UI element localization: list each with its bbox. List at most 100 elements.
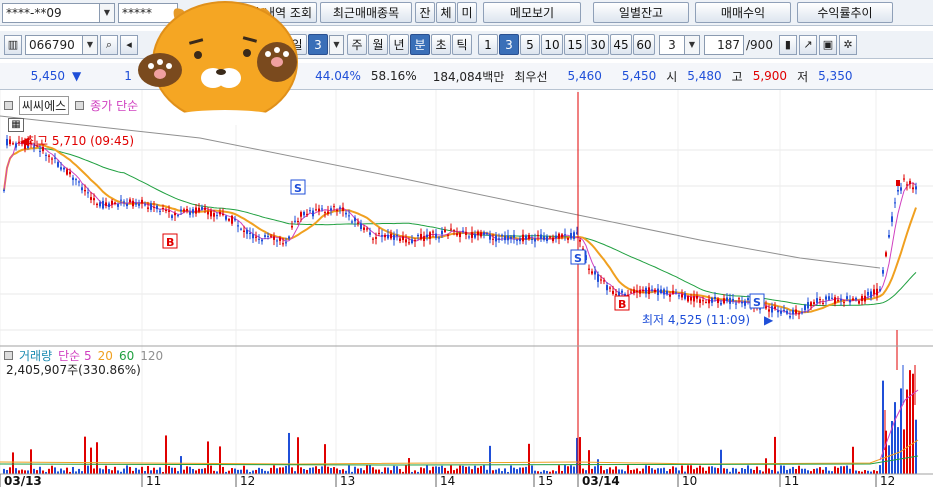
candle-body <box>777 310 779 313</box>
candle-body <box>420 233 422 240</box>
memo-button[interactable]: 메모보기 <box>483 2 581 23</box>
period-month[interactable]: 월 <box>368 34 388 55</box>
volume-bar <box>564 465 566 474</box>
candle-body <box>228 218 230 221</box>
volume-bar <box>348 465 350 474</box>
gear-icon[interactable]: ✲ <box>838 34 857 55</box>
minute-5[interactable]: 5 <box>520 34 540 55</box>
candle-body <box>333 206 335 208</box>
candle-body <box>891 216 893 222</box>
minute-15[interactable]: 15 <box>564 34 586 55</box>
volume-bar <box>435 466 437 474</box>
volume-bar <box>243 465 245 474</box>
candle-body <box>369 232 371 235</box>
chevron-down-icon[interactable]: ▼ <box>83 34 98 55</box>
candle-body <box>450 228 452 230</box>
volume-bar <box>834 466 836 474</box>
layout-icon[interactable]: ▥ <box>4 34 22 55</box>
chevron-down-icon[interactable]: ▼ <box>100 2 115 23</box>
chevron-down-icon[interactable]: ▼ <box>329 34 344 55</box>
count-input[interactable]: 3 <box>659 34 685 55</box>
candle-icon[interactable]: ▮ <box>778 34 797 55</box>
candle-body <box>906 184 908 186</box>
volume-bar <box>567 466 569 474</box>
position-input[interactable]: 187 <box>704 34 744 55</box>
volume-bar <box>432 466 434 474</box>
volume-bar <box>885 430 887 474</box>
period-tick[interactable]: 틱 <box>452 34 472 55</box>
volume-bar <box>654 469 656 474</box>
interval-value[interactable]: 3 <box>308 34 328 55</box>
volume-bar <box>357 468 359 474</box>
tab-jan[interactable]: 잔 <box>415 2 435 23</box>
trade-profit-button[interactable]: 매매수익 <box>695 2 791 23</box>
candle-body <box>417 234 419 237</box>
price-volume-chart[interactable]: B S S B S 최고 5,710 (09:45) ◀ 최저 4,525 (11:09… <box>0 90 933 487</box>
period-year[interactable]: 년 <box>389 34 409 55</box>
minute-1[interactable]: 1 <box>478 34 498 55</box>
candle-body <box>600 279 602 281</box>
search-icon[interactable]: ⌕ <box>100 34 118 55</box>
candle-body <box>498 238 500 240</box>
candle-body <box>789 316 791 318</box>
checkbox-icon[interactable] <box>4 351 13 360</box>
chevron-down-icon[interactable]: ▼ <box>685 34 700 55</box>
stock-code-input[interactable]: 066790 <box>25 34 83 55</box>
line-tool-icon[interactable]: ↗ <box>798 34 817 55</box>
volume-bar <box>369 465 371 474</box>
candle-body <box>549 236 551 238</box>
minute-60[interactable]: 60 <box>633 34 655 55</box>
minute-45[interactable]: 45 <box>610 34 632 55</box>
volume-bar <box>123 468 125 474</box>
recent-trades-button[interactable]: 최근매매종목 <box>320 2 412 23</box>
candle-body <box>828 296 830 300</box>
candle-body <box>663 289 665 295</box>
tab-mi[interactable]: 미 <box>457 2 477 23</box>
candle-body <box>603 280 605 282</box>
period-second[interactable]: 초 <box>431 34 451 55</box>
current-price: 5,450 <box>30 69 65 83</box>
candle-body <box>342 207 344 211</box>
period-minute[interactable]: 분 <box>410 34 430 55</box>
profit-rate-button[interactable]: 수익률추이 <box>797 2 893 23</box>
candle-body <box>396 234 398 236</box>
minute-10[interactable]: 10 <box>541 34 563 55</box>
volume-bar <box>651 468 653 474</box>
volume-readout: 2,405,907주(330.86%) <box>6 363 141 377</box>
candle-body <box>909 180 911 185</box>
volume-bar <box>12 452 14 474</box>
calculator-icon[interactable]: ▦ <box>8 118 24 132</box>
volume-bar <box>636 468 638 474</box>
volume-bar <box>699 465 701 474</box>
candle-body <box>513 234 515 238</box>
volume-bar <box>783 465 785 474</box>
minute-3[interactable]: 3 <box>499 34 519 55</box>
volume-bar <box>183 469 185 474</box>
checkbox-icon[interactable] <box>75 101 85 110</box>
volume-bar <box>201 468 203 474</box>
checkbox-icon[interactable] <box>4 101 13 110</box>
volume-bar <box>819 467 821 474</box>
volume-bar <box>864 470 866 474</box>
volume-bar <box>513 467 515 474</box>
candle-body <box>708 299 710 304</box>
candle-body <box>204 207 206 210</box>
period-week[interactable]: 주 <box>347 34 367 55</box>
candle-body <box>732 298 734 302</box>
volume-bar <box>528 443 530 474</box>
tab-che[interactable]: 체 <box>436 2 456 23</box>
x-tick-label: 12 <box>240 474 255 487</box>
daily-balance-button[interactable]: 일별잔고 <box>593 2 689 23</box>
account-input[interactable]: ****-**09 <box>2 2 100 23</box>
candle-body <box>729 297 731 304</box>
volume-bar <box>174 467 176 474</box>
volume-bar <box>171 467 173 474</box>
save-icon[interactable]: ▣ <box>818 34 837 55</box>
candle-body <box>504 235 506 241</box>
volume-bar <box>492 470 494 474</box>
candle-body <box>477 231 479 236</box>
minute-30[interactable]: 30 <box>587 34 609 55</box>
volume-bar <box>423 468 425 474</box>
candle-body <box>171 215 173 218</box>
volume-bar <box>312 467 314 474</box>
